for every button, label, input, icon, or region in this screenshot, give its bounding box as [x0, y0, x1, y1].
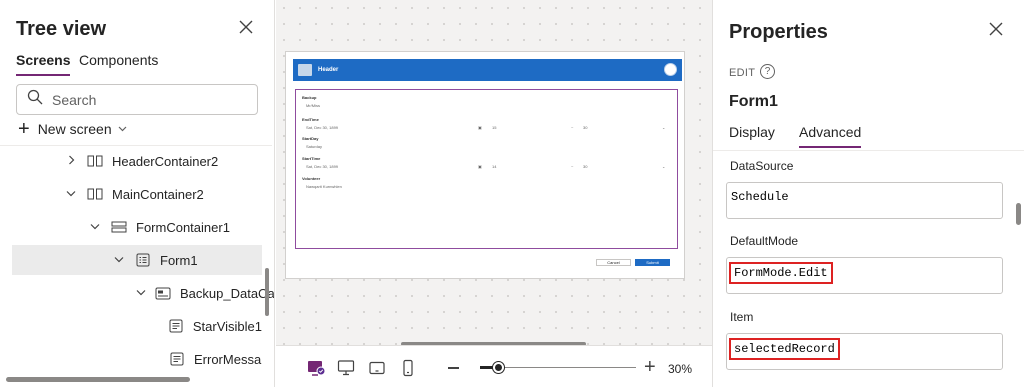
defaultmode-formula-input[interactable]: FormMode.Edit — [726, 257, 1003, 294]
label-icon — [169, 319, 184, 333]
form1-preview[interactable]: Backup Mr/Miss EndTime Sat, Dec 30, 1899… — [295, 89, 678, 249]
tree-item-errormessage[interactable]: ErrorMessa — [12, 344, 262, 374]
minute-value: 30 — [583, 164, 588, 169]
search-icon — [27, 89, 43, 110]
tree-view-title: Tree view — [16, 18, 107, 40]
form-field-value: Nawqarit Kurnwhlen — [306, 184, 342, 189]
tab-display[interactable]: Display — [729, 124, 775, 146]
tree-item-form1[interactable]: Form1 — [12, 245, 262, 275]
search-input[interactable] — [52, 91, 242, 108]
formula-text: FormMode.Edit — [729, 262, 833, 284]
tab-screens[interactable]: Screens — [16, 52, 71, 76]
app-screen-preview[interactable]: Header Backup Mr/Miss EndTime Sat, Dec 3… — [285, 51, 685, 279]
tab-advanced[interactable]: Advanced — [799, 124, 862, 148]
form-field-label: Volunteer — [302, 176, 321, 181]
app-logo-icon — [298, 64, 312, 76]
tree-item-label: ErrorMessa — [194, 351, 262, 367]
new-screen-button[interactable]: + New screen — [18, 118, 127, 140]
tree-item-backup-datacard[interactable]: Backup_DataCar — [12, 278, 275, 308]
vertical-container-icon — [111, 220, 127, 234]
form-field-value: Sat, Dec 30, 1899 — [306, 125, 339, 130]
minute-value: 30 — [583, 125, 588, 130]
label-icon — [169, 352, 185, 366]
tree-item-formcontainer1[interactable]: FormContainer1 — [12, 212, 262, 242]
tree-vertical-scrollbar[interactable] — [265, 268, 269, 316]
container-icon — [87, 154, 103, 168]
desktop-icon[interactable] — [336, 358, 356, 378]
close-icon[interactable] — [988, 21, 1004, 40]
tree-item-label: HeaderContainer2 — [112, 153, 219, 169]
tree-item-headercontainer2[interactable]: HeaderContainer2 — [12, 146, 262, 176]
chevron-down-icon — [118, 124, 127, 135]
cancel-button[interactable]: Cancel — [596, 259, 631, 266]
chevron-down-icon[interactable] — [64, 188, 78, 200]
properties-panel: Properties EDIT ? Form1 Display Advanced… — [712, 0, 1024, 387]
divider — [713, 150, 1024, 151]
properties-title: Properties — [729, 21, 828, 43]
chevron-down-icon[interactable] — [136, 287, 146, 299]
zoom-out-button[interactable] — [448, 367, 459, 369]
canvas-bottom-bar: + 30% — [276, 345, 712, 387]
form-field-value: Mr/Miss — [306, 103, 320, 108]
property-label-item: Item — [730, 310, 754, 324]
form-field-label: StartDay — [302, 136, 319, 141]
app-header-title: Header — [318, 67, 339, 73]
tablet-icon[interactable] — [367, 358, 387, 378]
design-canvas[interactable]: Header Backup Mr/Miss EndTime Sat, Dec 3… — [276, 0, 712, 346]
tree-item-label: Form1 — [160, 252, 198, 268]
form-field-value: Sat, Dec 30, 1899 — [306, 164, 339, 169]
zoom-in-button[interactable]: + — [644, 356, 656, 379]
form-field-label: EndTime — [302, 117, 319, 122]
tree-item-label: Backup_DataCar — [180, 285, 275, 301]
datasource-formula-input[interactable]: Schedule — [726, 182, 1003, 219]
container-icon — [87, 187, 103, 201]
tree-item-label: StarVisible1 — [192, 318, 262, 334]
time-separator: ~ — [571, 164, 574, 169]
close-icon[interactable] — [238, 19, 256, 37]
form-field-value: Saturday — [306, 144, 323, 149]
new-screen-label: New screen — [37, 121, 112, 137]
app-header-bar: Header — [293, 59, 682, 81]
tree-horizontal-scrollbar[interactable] — [6, 377, 190, 382]
chevron-down-icon: ⌄ — [662, 164, 666, 169]
calendar-icon: ▣ — [478, 164, 482, 169]
tree-view-panel: Tree view Screens Components + New scree… — [0, 0, 275, 387]
calendar-icon: ▣ — [478, 125, 482, 130]
hour-value: 15 — [492, 125, 497, 130]
phone-icon[interactable] — [398, 358, 418, 378]
chevron-right-icon[interactable] — [64, 155, 78, 168]
tree-item-starvisible1[interactable]: StarVisible1 — [12, 311, 262, 341]
chevron-down-icon[interactable] — [88, 221, 102, 233]
property-label-defaultmode: DefaultMode — [730, 234, 799, 248]
screen-preview-icon[interactable] — [306, 358, 326, 378]
property-label-datasource: DataSource — [730, 159, 794, 173]
form-field-label: Backup — [302, 95, 317, 100]
formula-text: Schedule — [731, 190, 789, 204]
tree-item-label: MainContainer2 — [112, 186, 204, 202]
zoom-slider-thumb[interactable] — [493, 362, 504, 373]
edit-mode-label: EDIT — [729, 67, 756, 79]
zoom-level: 30% — [668, 362, 693, 376]
tree-item-maincontainer2[interactable]: MainContainer2 — [12, 179, 262, 209]
chevron-down-icon[interactable] — [112, 254, 126, 266]
properties-vertical-scrollbar[interactable] — [1016, 203, 1021, 225]
time-separator: ~ — [571, 125, 574, 130]
hour-value: 14 — [492, 164, 497, 169]
tab-components[interactable]: Components — [79, 52, 158, 74]
form-field-label: StartTime — [302, 156, 321, 161]
item-formula-input[interactable]: selectedRecord — [726, 333, 1003, 370]
tree-item-label: FormContainer1 — [136, 219, 230, 235]
datacard-icon — [155, 286, 171, 300]
submit-button[interactable]: Submit — [635, 259, 670, 266]
plus-icon: + — [18, 118, 30, 140]
formula-text: selectedRecord — [729, 338, 840, 360]
form-icon — [135, 253, 151, 267]
search-box — [16, 84, 258, 115]
avatar — [664, 63, 677, 76]
control-name: Form1 — [729, 93, 778, 110]
help-icon[interactable]: ? — [760, 64, 775, 79]
chevron-down-icon: ⌄ — [662, 125, 666, 130]
